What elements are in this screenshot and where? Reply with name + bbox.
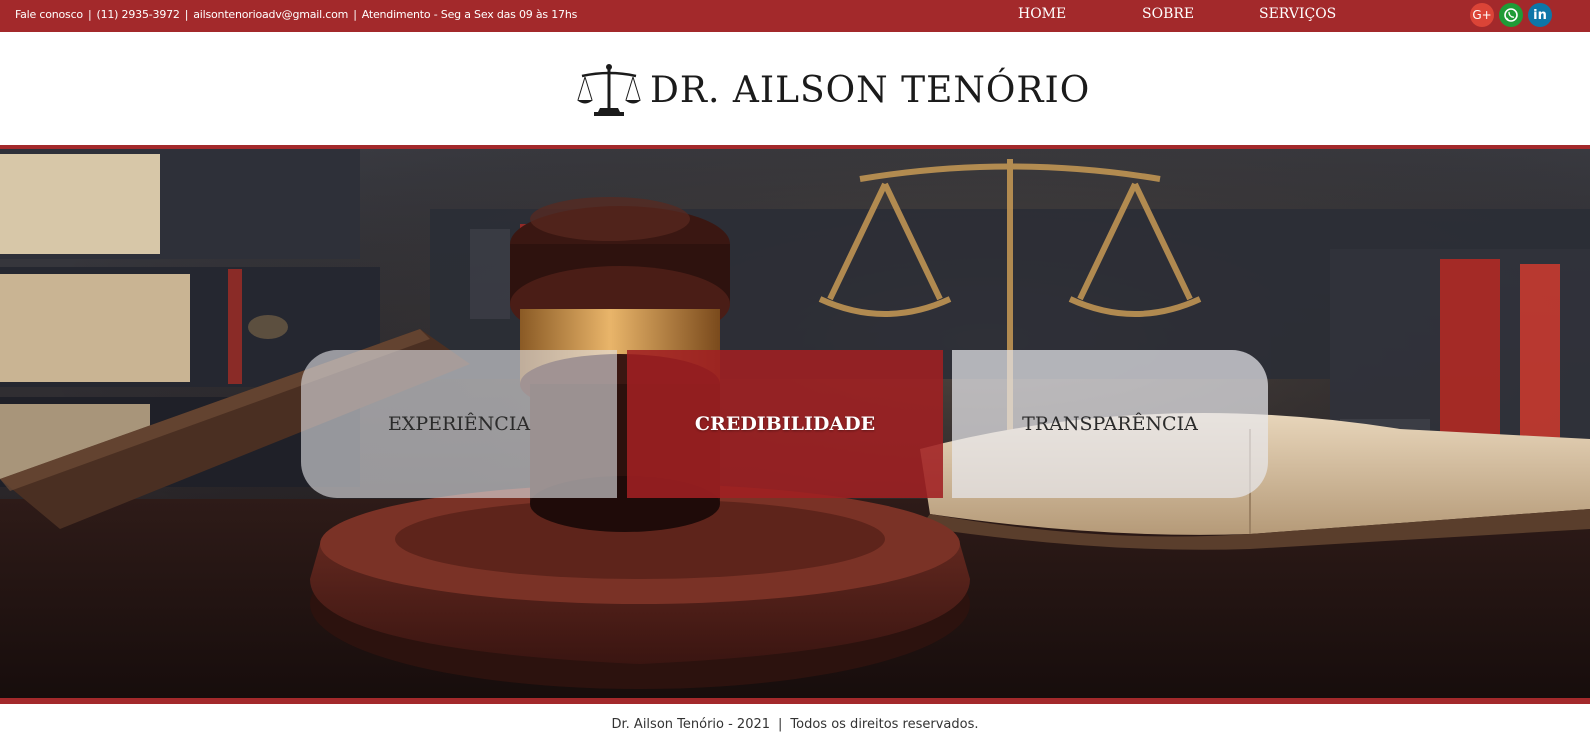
- google-plus-label: G+: [1472, 8, 1492, 22]
- card-experiencia-label: EXPERIÊNCIA: [387, 413, 531, 435]
- google-plus-icon[interactable]: G+: [1470, 3, 1494, 27]
- whatsapp-icon[interactable]: [1499, 3, 1523, 27]
- site-logo[interactable]: DR. AILSON TENÓRIO: [576, 60, 1090, 120]
- separator: |: [778, 717, 783, 732]
- site-header: DR. AILSON TENÓRIO: [0, 32, 1590, 145]
- copyright-text: Dr. Ailson Tenório - 2021: [611, 717, 771, 732]
- card-transparencia[interactable]: TRANSPARÊNCIA: [952, 350, 1268, 498]
- card-credibilidade[interactable]: CREDIBILIDADE: [627, 350, 943, 498]
- contact-label: Fale conosco: [15, 8, 83, 21]
- phone-number: (11) 2935-3972: [96, 8, 180, 21]
- rights-text: Todos os direitos reservados.: [790, 717, 979, 732]
- card-experiencia[interactable]: EXPERIÊNCIA: [301, 350, 617, 498]
- linkedin-label: in: [1533, 7, 1547, 23]
- separator: |: [353, 8, 357, 21]
- hero-banner: EXPERIÊNCIA CREDIBILIDADE TRANSPARÊNCIA: [0, 149, 1590, 698]
- nav-sobre-link[interactable]: SOBRE: [1142, 6, 1194, 22]
- card-credibilidade-label: CREDIBILIDADE: [694, 413, 876, 435]
- site-title: DR. AILSON TENÓRIO: [650, 69, 1091, 111]
- separator: |: [87, 8, 92, 21]
- whatsapp-glyph: [1504, 8, 1518, 22]
- linkedin-icon[interactable]: in: [1528, 3, 1552, 27]
- card-transparencia-label: TRANSPARÊNCIA: [1022, 413, 1198, 435]
- office-hours: Atendimento - Seg a Sex das 09 às 17hs: [361, 8, 578, 21]
- contact-info: Fale conosco | (11) 2935-3972 | ailsontenori…: [15, 8, 577, 21]
- site-footer: Dr. Ailson Tenório - 2021 | Todos os dir…: [0, 704, 1590, 745]
- separator: |: [184, 8, 189, 21]
- top-bar: Fale conosco | (11) 2935-3972 | ailsontenori…: [0, 0, 1590, 32]
- nav-servicos-link[interactable]: SERVIÇOS: [1259, 6, 1336, 22]
- scales-of-justice-icon: [577, 64, 641, 116]
- nav-home-link[interactable]: HOME: [1018, 6, 1066, 22]
- email-link[interactable]: ailsontenorioadv@gmail.com: [193, 8, 348, 21]
